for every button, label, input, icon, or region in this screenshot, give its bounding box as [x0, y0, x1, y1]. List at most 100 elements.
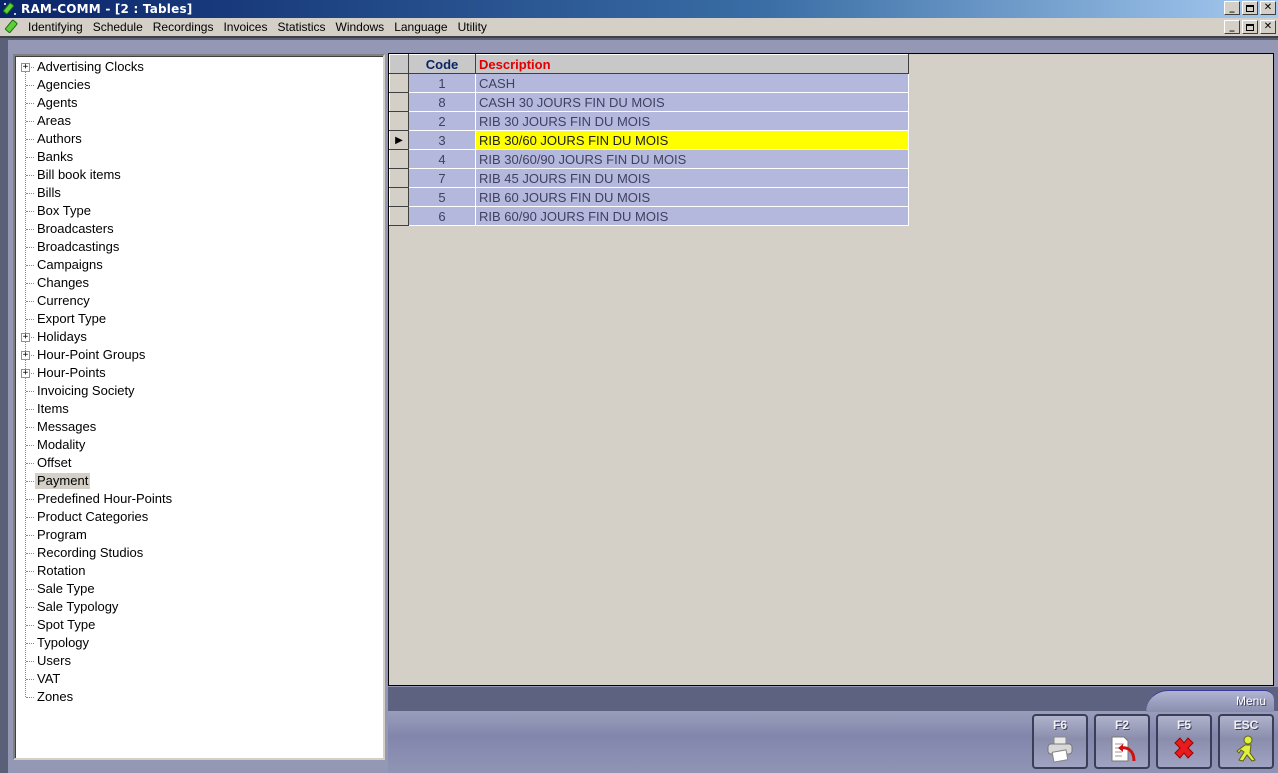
column-header-description[interactable]: Description [475, 54, 909, 74]
tree-item-vat[interactable]: VAT [15, 670, 383, 688]
cell-code[interactable]: 2 [408, 111, 476, 131]
column-header-code[interactable]: Code [408, 54, 476, 74]
cell-code[interactable]: 4 [408, 149, 476, 169]
current-row-arrow-icon[interactable]: ▶ [389, 130, 409, 150]
cell-code[interactable]: 3 [408, 130, 476, 150]
table-row[interactable]: 4 RIB 30/60/90 JOURS FIN DU MOIS [389, 149, 909, 169]
cell-code[interactable]: 5 [408, 187, 476, 207]
tree-item-broadcastings[interactable]: Broadcastings [15, 238, 383, 256]
tree-item-typology[interactable]: Typology [15, 634, 383, 652]
tree-item-predefined-hour-points[interactable]: Predefined Hour-Points [15, 490, 383, 508]
tree-item-box-type[interactable]: Box Type [15, 202, 383, 220]
menu-tab[interactable]: Menu [1146, 690, 1274, 712]
menu-invoices[interactable]: Invoices [218, 20, 272, 34]
tree-item-product-categories[interactable]: Product Categories [15, 508, 383, 526]
cell-description[interactable]: CASH 30 JOURS FIN DU MOIS [475, 92, 909, 112]
row-selector[interactable] [389, 206, 409, 226]
fkey-label: F2 [1114, 718, 1129, 732]
table-row[interactable]: 2 RIB 30 JOURS FIN DU MOIS [389, 111, 909, 131]
table-row[interactable]: 6 RIB 60/90 JOURS FIN DU MOIS [389, 206, 909, 226]
running-man-exit-icon [1236, 735, 1256, 762]
tree-item-label: Campaigns [37, 257, 103, 272]
expand-plus-icon[interactable]: + [21, 369, 30, 378]
menu-utility[interactable]: Utility [453, 20, 492, 34]
menu-identifying[interactable]: Identifying [23, 20, 88, 34]
cell-code[interactable]: 8 [408, 92, 476, 112]
row-selector[interactable] [389, 73, 409, 93]
expand-plus-icon[interactable]: + [21, 333, 30, 342]
cell-description[interactable]: RIB 45 JOURS FIN DU MOIS [475, 168, 909, 188]
app-minimize-button[interactable]: _ [1224, 1, 1240, 15]
tree-item-banks[interactable]: Banks [15, 148, 383, 166]
cell-code[interactable]: 7 [408, 168, 476, 188]
cell-description[interactable]: RIB 30 JOURS FIN DU MOIS [475, 111, 909, 131]
tree-connector [26, 301, 34, 302]
print-button[interactable]: F6 [1032, 714, 1088, 769]
row-selector-header[interactable] [389, 54, 409, 74]
row-selector[interactable] [389, 92, 409, 112]
cell-description[interactable]: CASH [475, 73, 909, 93]
tree-item-campaigns[interactable]: Campaigns [15, 256, 383, 274]
tree-item-agencies[interactable]: Agencies [15, 76, 383, 94]
tree-item-bill-book-items[interactable]: Bill book items [15, 166, 383, 184]
cell-description[interactable]: RIB 30/60 JOURS FIN DU MOIS [475, 130, 909, 150]
expand-plus-icon[interactable]: + [21, 351, 30, 360]
menu-windows[interactable]: Windows [331, 20, 390, 34]
row-selector[interactable] [389, 168, 409, 188]
row-selector[interactable] [389, 111, 409, 131]
tree-item-zones[interactable]: Zones [15, 688, 383, 706]
app-close-button[interactable]: ✕ [1260, 1, 1276, 15]
tree-item-rotation[interactable]: Rotation [15, 562, 383, 580]
doc-restore-button[interactable] [1242, 20, 1258, 34]
tree-item-modality[interactable]: Modality [15, 436, 383, 454]
menu-schedule[interactable]: Schedule [88, 20, 148, 34]
cell-description[interactable]: RIB 60 JOURS FIN DU MOIS [475, 187, 909, 207]
tree-item-agents[interactable]: Agents [15, 94, 383, 112]
table-row[interactable]: 7 RIB 45 JOURS FIN DU MOIS [389, 168, 909, 188]
tree-item-payment[interactable]: Payment [15, 472, 383, 490]
tree-item-sale-typology[interactable]: Sale Typology [15, 598, 383, 616]
tree-item-bills[interactable]: Bills [15, 184, 383, 202]
tree-item-changes[interactable]: Changes [15, 274, 383, 292]
tree-item-recording-studios[interactable]: Recording Studios [15, 544, 383, 562]
undo-button[interactable]: F2 [1094, 714, 1150, 769]
table-row[interactable]: 1 CASH [389, 73, 909, 93]
doc-minimize-button[interactable]: _ [1224, 20, 1240, 34]
table-row[interactable]: ▶ 3 RIB 30/60 JOURS FIN DU MOIS [389, 130, 909, 150]
cell-description[interactable]: RIB 30/60/90 JOURS FIN DU MOIS [475, 149, 909, 169]
expand-plus-icon[interactable]: + [21, 63, 30, 72]
exit-button[interactable]: ESC [1218, 714, 1274, 769]
tree-item-holidays[interactable]: + Holidays [15, 328, 383, 346]
cell-code[interactable]: 6 [408, 206, 476, 226]
tree-item-messages[interactable]: Messages [15, 418, 383, 436]
tree-item-areas[interactable]: Areas [15, 112, 383, 130]
tree-item-currency[interactable]: Currency [15, 292, 383, 310]
row-selector[interactable] [389, 187, 409, 207]
app-restore-button[interactable] [1242, 1, 1258, 15]
cell-code[interactable]: 1 [408, 73, 476, 93]
tree-item-hour-points[interactable]: + Hour-Points [15, 364, 383, 382]
row-selector[interactable] [389, 149, 409, 169]
table-row[interactable]: 5 RIB 60 JOURS FIN DU MOIS [389, 187, 909, 207]
tree-item-users[interactable]: Users [15, 652, 383, 670]
doc-close-button[interactable]: ✕ [1260, 20, 1276, 34]
tree-item-authors[interactable]: Authors [15, 130, 383, 148]
table-row[interactable]: 8 CASH 30 JOURS FIN DU MOIS [389, 92, 909, 112]
tree-item-export-type[interactable]: Export Type [15, 310, 383, 328]
delete-button[interactable]: F5 [1156, 714, 1212, 769]
tree-item-hour-point-groups[interactable]: + Hour-Point Groups [15, 346, 383, 364]
tree-item-sale-type[interactable]: Sale Type [15, 580, 383, 598]
tree-item-items[interactable]: Items [15, 400, 383, 418]
menu-statistics[interactable]: Statistics [272, 20, 330, 34]
document-system-menu-icon[interactable] [4, 19, 20, 35]
cell-description[interactable]: RIB 60/90 JOURS FIN DU MOIS [475, 206, 909, 226]
tree-item-program[interactable]: Program [15, 526, 383, 544]
tables-tree[interactable]: + Advertising Clocks Agencies Agents Areas Au… [13, 54, 385, 760]
tree-item-spot-type[interactable]: Spot Type [15, 616, 383, 634]
tree-item-invoicing-society[interactable]: Invoicing Society [15, 382, 383, 400]
tree-item-broadcasters[interactable]: Broadcasters [15, 220, 383, 238]
tree-item-offset[interactable]: Offset [15, 454, 383, 472]
menu-recordings[interactable]: Recordings [148, 20, 219, 34]
tree-item-advertising-clocks[interactable]: + Advertising Clocks [15, 58, 383, 76]
menu-language[interactable]: Language [389, 20, 452, 34]
